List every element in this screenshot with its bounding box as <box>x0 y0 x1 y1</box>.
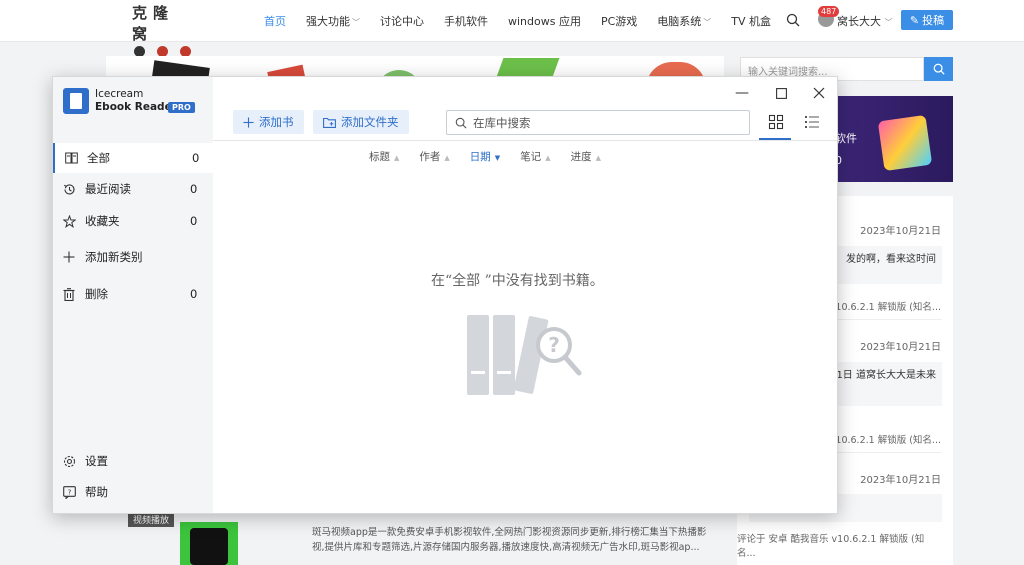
sidebar-item-count: 0 <box>190 182 198 196</box>
app-brand-name: Icecream <box>95 88 144 100</box>
comment-meta[interactable]: 评论于 安卓 酷我音乐 v10.6.2.1 解锁版 (知名... <box>737 531 941 559</box>
sort-notes[interactable]: 笔记 ▲ <box>520 149 550 167</box>
folder-add-icon <box>323 117 336 128</box>
sidebar-item-count: 0 <box>190 214 198 228</box>
site-nav: 首页 强大功能 ﹀ 讨论中心 手机软件 windows 应用 PC游戏 电脑系统 ﹀… <box>264 0 771 42</box>
sort-title[interactable]: 标题 ▲ <box>369 149 399 167</box>
sort-caret-icon: ▲ <box>545 154 551 162</box>
plus-icon <box>243 116 254 128</box>
nav-item-windows[interactable]: windows 应用 <box>508 13 581 29</box>
comment-date: 2023年10月21日 <box>860 342 941 353</box>
sidebar-item-favorites[interactable]: 收藏夹 0 <box>53 206 213 236</box>
sort-progress[interactable]: 进度 ▲ <box>571 149 601 167</box>
sort-caret-icon: ▼ <box>494 154 501 162</box>
settings-label: 设置 <box>85 454 108 468</box>
sidebar-item-count: 0 <box>190 287 198 301</box>
sort-date[interactable]: 日期 ▼ <box>470 149 500 167</box>
sidebar-search-button[interactable] <box>924 57 953 81</box>
sort-caret-icon: ▲ <box>444 154 450 162</box>
comment-meta[interactable]: v10.6.2.1 解锁版 (知名... <box>830 299 941 313</box>
app-toolbar: — 添加书 添加文件夹 在库中搜索 <box>213 77 837 140</box>
contribute-button[interactable]: ✎ 投稿 <box>901 10 953 30</box>
plus-icon <box>62 250 76 264</box>
help-icon: ? <box>62 485 76 499</box>
search-icon[interactable] <box>786 13 800 27</box>
app-logo-icon <box>63 88 89 114</box>
nav-item-pcgames[interactable]: PC游戏 <box>601 13 637 29</box>
search-icon <box>933 63 945 75</box>
star-icon <box>62 214 76 228</box>
nav-item-mobile[interactable]: 手机软件 <box>444 13 488 29</box>
ebook-reader-window: Icecream Ebook Reader PRO 全部 0 最近阅读 0 收藏… <box>52 76 838 514</box>
ad-text: 软件 <box>835 132 857 145</box>
sidebar-item-label: 添加新类别 <box>85 250 143 264</box>
gear-icon <box>62 454 76 468</box>
chevron-down-icon: ﹀ <box>352 18 360 27</box>
history-icon <box>62 182 76 196</box>
comment-date: 2023年10月21日 <box>860 475 941 486</box>
sidebar-item-label: 全部 <box>87 151 110 165</box>
book-open-icon <box>64 151 78 165</box>
post-category-tag[interactable]: 视频播放 <box>128 512 175 527</box>
sort-caret-icon: ▲ <box>394 154 400 162</box>
help-label: 帮助 <box>85 485 108 499</box>
library-search-placeholder: 在库中搜索 <box>473 115 531 130</box>
close-icon <box>813 87 825 99</box>
search-icon <box>455 117 467 129</box>
empty-library-message: 在“全部 ”中没有找到书籍。 <box>431 273 604 289</box>
chevron-down-icon: ﹀ <box>703 18 712 27</box>
minimize-icon: — <box>735 85 749 101</box>
app-brand-product: Ebook Reader <box>95 101 177 113</box>
pro-badge: PRO <box>168 102 195 113</box>
trash-icon <box>62 287 76 301</box>
add-book-label: 添加书 <box>259 115 294 129</box>
site-logo[interactable]: 克隆窝 <box>132 2 194 57</box>
sort-bar: 标题 ▲ 作者 ▲ 日期 ▼ 笔记 ▲ 进度 ▲ <box>213 149 837 167</box>
svg-text:?: ? <box>67 488 71 496</box>
sidebar-item-recent[interactable]: 最近阅读 0 <box>53 174 213 204</box>
add-folder-button[interactable]: 添加文件夹 <box>313 110 409 134</box>
sidebar-item-label: 收藏夹 <box>85 214 120 228</box>
sidebar-item-add-category[interactable]: 添加新类别 <box>53 242 213 272</box>
site-logo-text: 克隆窝 <box>132 4 175 43</box>
sidebar-item-all[interactable]: 全部 0 <box>53 143 213 173</box>
maximize-button[interactable] <box>769 83 793 103</box>
nav-item-forum[interactable]: 讨论中心 <box>380 13 424 29</box>
nav-item-home[interactable]: 首页 <box>264 13 286 29</box>
sidebar-item-count: 0 <box>192 151 200 165</box>
nav-item-system[interactable]: 电脑系统 ﹀ <box>657 13 711 29</box>
app-sidebar: Icecream Ebook Reader PRO 全部 0 最近阅读 0 收藏… <box>53 77 213 513</box>
post-thumbnail[interactable] <box>180 522 238 565</box>
minimize-button[interactable]: — <box>730 83 754 103</box>
user-name[interactable]: 窝长大大 ﹀ <box>837 13 893 29</box>
post-description: 斑马视频app是一款免费安卓手机影视软件,全网热门影视资源同步更新,排行榜汇集当… <box>312 527 707 553</box>
nav-item-tv[interactable]: TV 机盒 <box>731 13 771 29</box>
sort-author[interactable]: 作者 ▲ <box>419 149 449 167</box>
list-view-icon[interactable] <box>804 114 820 130</box>
sidebar-item-label: 最近阅读 <box>85 182 131 196</box>
settings-button[interactable]: 设置 <box>53 446 213 476</box>
nav-item-features[interactable]: 强大功能 ﹀ <box>306 13 360 29</box>
help-button[interactable]: ? 帮助 <box>53 477 213 507</box>
library-search-input[interactable]: 在库中搜索 <box>446 110 750 135</box>
add-book-button[interactable]: 添加书 <box>233 110 304 134</box>
svg-text:?: ? <box>548 333 560 357</box>
site-header: 克隆窝 首页 强大功能 ﹀ 讨论中心 手机软件 windows 应用 PC游戏 电… <box>0 0 1024 57</box>
edit-icon: ✎ <box>909 13 920 27</box>
sidebar-item-trash[interactable]: 删除 0 <box>53 279 213 309</box>
grid-view-icon[interactable] <box>768 114 784 130</box>
maximize-icon <box>775 87 787 99</box>
comment-date: 2023年10月21日 <box>860 226 941 237</box>
gift-box-icon <box>877 114 933 172</box>
empty-books-illustration: ? <box>467 315 582 395</box>
comment-meta[interactable]: v10.6.2.1 解锁版 (知名... <box>830 432 941 446</box>
sidebar-item-label: 删除 <box>85 287 108 301</box>
sort-caret-icon: ▲ <box>595 154 601 162</box>
add-folder-label: 添加文件夹 <box>341 115 399 129</box>
close-button[interactable] <box>807 83 831 103</box>
